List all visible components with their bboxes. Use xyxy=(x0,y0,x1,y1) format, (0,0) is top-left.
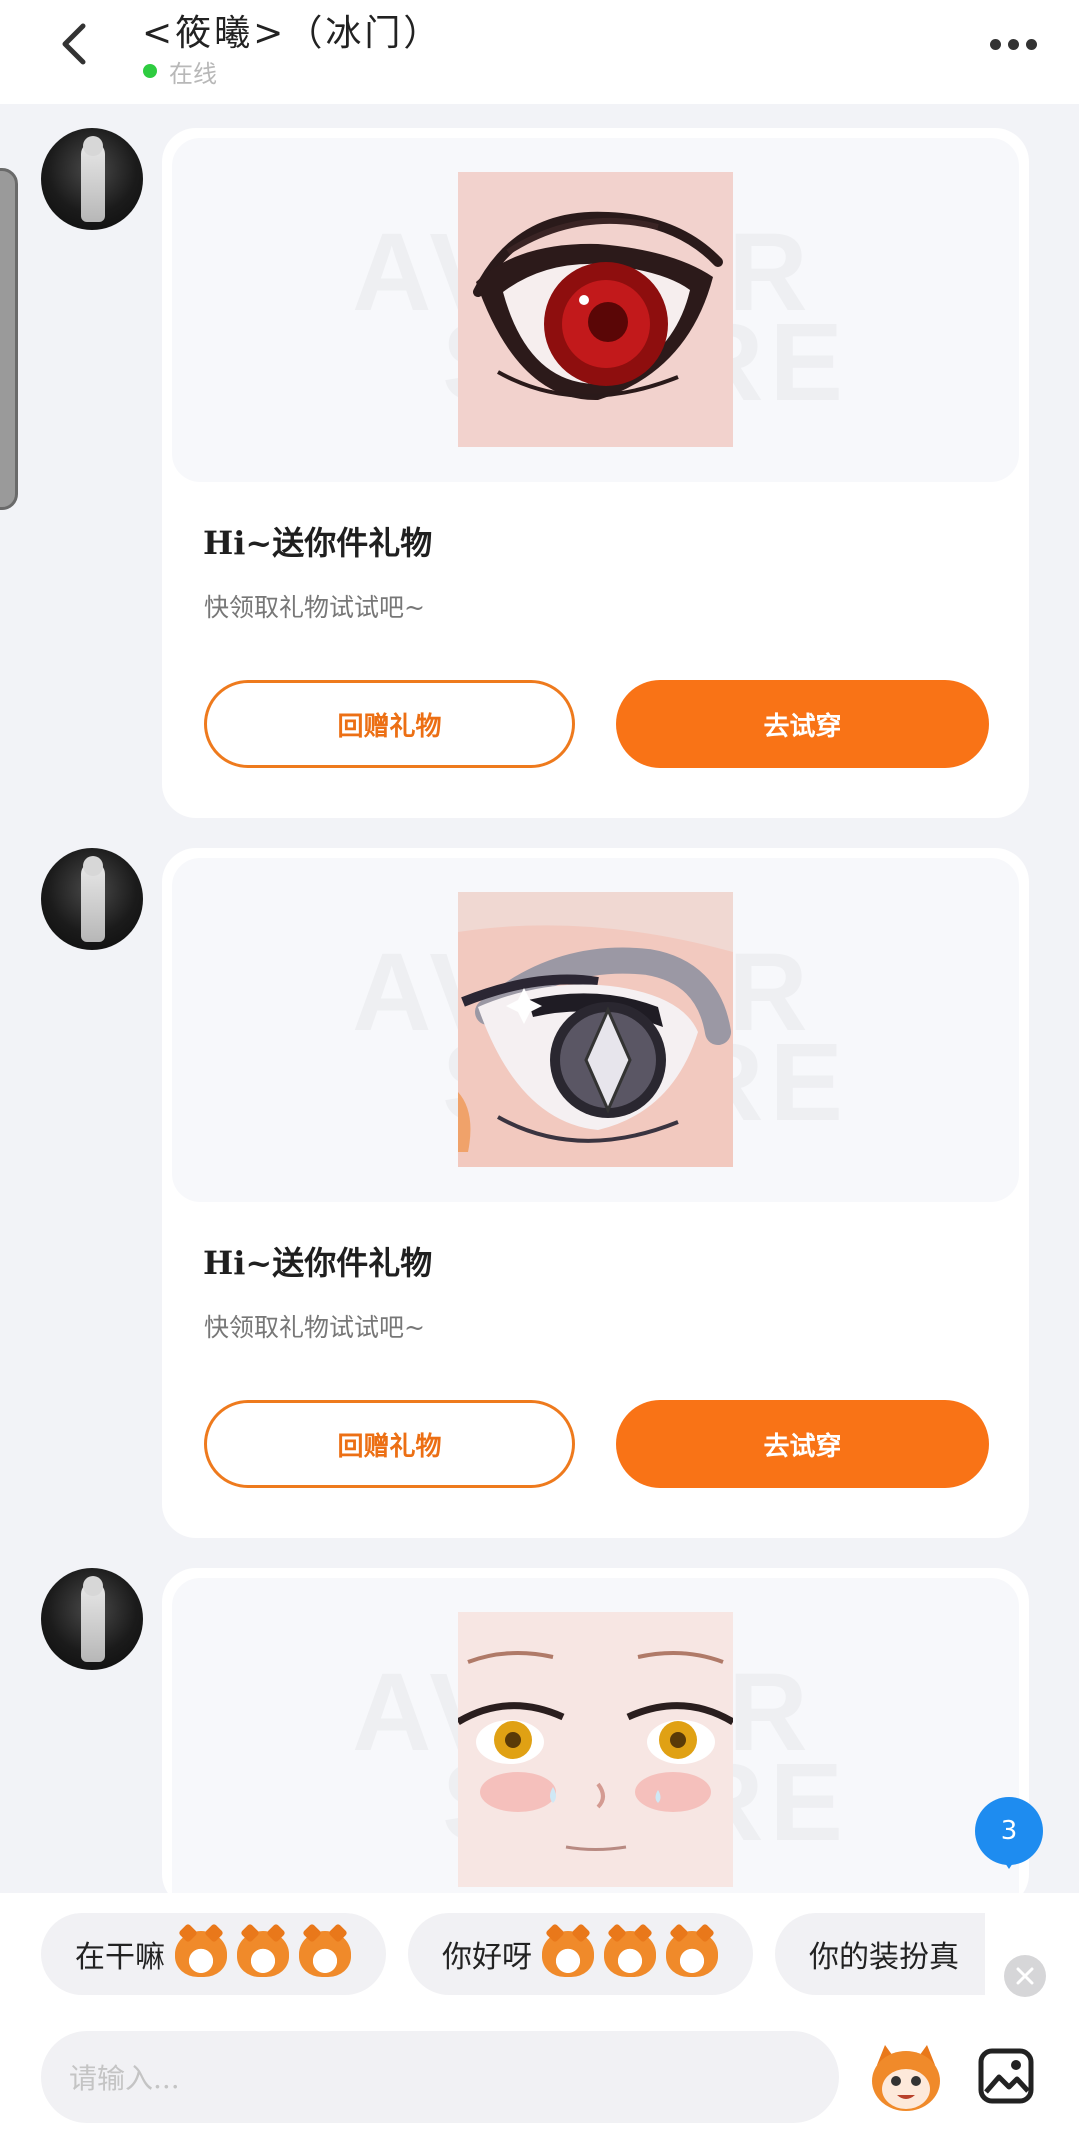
close-icon xyxy=(1016,1967,1034,1985)
avatar-head xyxy=(83,136,103,156)
more-dot xyxy=(1025,38,1037,50)
more-dots-icon xyxy=(989,38,1001,50)
quick-reply-text: 在干嘛 xyxy=(75,1940,165,1975)
grinning-mascot-emoji-icon xyxy=(299,1931,351,1977)
quick-reply-chip[interactable]: 你好呀 xyxy=(408,1913,753,1995)
gift-image-area: AVATARSTORE xyxy=(172,858,1019,1202)
image-gallery-icon xyxy=(978,2048,1034,2104)
mascot-emoji-icon xyxy=(872,2045,940,2111)
quick-reply-text: 你好呀 xyxy=(442,1940,532,1975)
more-button[interactable] xyxy=(978,24,1048,64)
gift-image-face[interactable] xyxy=(458,1612,733,1887)
try-on-button[interactable]: 去试穿 xyxy=(616,1400,989,1488)
avatar-head xyxy=(83,856,103,876)
surprised-mascot-emoji-icon xyxy=(604,1931,656,1977)
gift-card-title: Hi~送你件礼物 xyxy=(203,524,433,562)
chat-title: <筱曦>（冰门） xyxy=(142,13,443,54)
gift-card: AVATARSTORE Hi~送你件礼物 快领取礼物试试吧~ 回赠礼物 去试穿 xyxy=(162,128,1029,818)
gift-image-silver-eye[interactable] xyxy=(458,892,733,1167)
surprised-mascot-emoji-icon xyxy=(542,1931,594,1977)
gift-card: AVATARSTORE xyxy=(162,1568,1029,1922)
chat-header: <筱曦>（冰门） 在线 xyxy=(0,0,1079,104)
grinning-mascot-emoji-icon xyxy=(175,1931,227,1977)
return-gift-button[interactable]: 回赠礼物 xyxy=(204,680,575,768)
red-anime-eye-illustration xyxy=(458,172,733,447)
sender-avatar[interactable] xyxy=(41,1568,143,1670)
unread-count-badge[interactable]: 3 xyxy=(975,1797,1043,1869)
gift-card-title: Hi~送你件礼物 xyxy=(203,1244,433,1282)
gift-image-red-eye[interactable] xyxy=(458,172,733,447)
side-drawer-handle[interactable] xyxy=(0,168,18,510)
sender-avatar[interactable] xyxy=(41,128,143,230)
gift-card-subtitle: 快领取礼物试试吧~ xyxy=(204,593,425,622)
gift-card: AVATARSTORE Hi~送你件礼物 快领取礼物试试吧~ 回赠礼物 去试穿 xyxy=(162,848,1029,1538)
close-quick-replies-button[interactable] xyxy=(1004,1955,1046,1997)
try-on-button[interactable]: 去试穿 xyxy=(616,680,989,768)
grinning-mascot-emoji-icon xyxy=(237,1931,289,1977)
sender-avatar[interactable] xyxy=(41,848,143,950)
message-input[interactable]: 请输入... xyxy=(41,2031,839,2123)
return-gift-button[interactable]: 回赠礼物 xyxy=(204,1400,575,1488)
more-dot xyxy=(1007,38,1019,50)
avatar-head xyxy=(83,1576,103,1596)
gift-image-area: AVATARSTORE xyxy=(172,1578,1019,1922)
anime-face-illustration xyxy=(458,1612,733,1887)
online-status-dot xyxy=(143,64,157,78)
gift-card-subtitle: 快领取礼物试试吧~ xyxy=(204,1313,425,1342)
image-gallery-button[interactable] xyxy=(977,2047,1035,2105)
gift-image-area: AVATARSTORE xyxy=(172,138,1019,482)
silver-anime-eye-illustration xyxy=(458,892,733,1167)
quick-reply-text: 你的装扮真 xyxy=(809,1940,959,1975)
mascot-emoji-button[interactable] xyxy=(869,2043,943,2113)
chevron-left-icon xyxy=(62,23,86,65)
bottom-input-panel: 在干嘛 你好呀 你的装扮真 请输入... xyxy=(0,1893,1079,2141)
quick-reply-row: 在干嘛 你好呀 你的装扮真 xyxy=(0,1913,1079,1997)
quick-reply-chip[interactable]: 在干嘛 xyxy=(41,1913,386,1995)
back-button[interactable] xyxy=(44,14,104,74)
surprised-mascot-emoji-icon xyxy=(666,1931,718,1977)
quick-reply-chip[interactable]: 你的装扮真 xyxy=(775,1913,985,1995)
online-status-text: 在线 xyxy=(169,60,217,88)
